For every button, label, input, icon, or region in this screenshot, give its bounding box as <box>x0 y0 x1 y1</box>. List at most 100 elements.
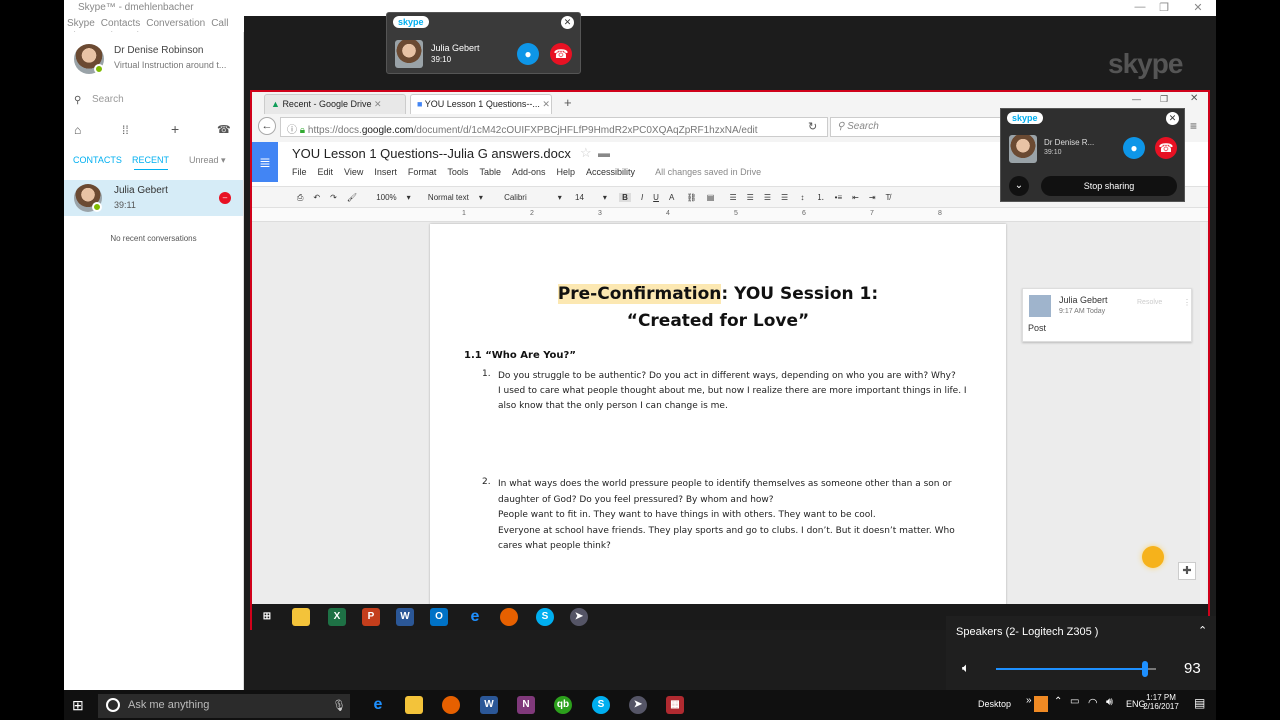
close-icon[interactable]: ✕ <box>1166 112 1179 125</box>
explore-icon[interactable]: ✚ <box>1178 562 1196 580</box>
onenote-icon[interactable]: N <box>517 696 535 714</box>
menu-insert[interactable]: Insert <box>374 167 397 177</box>
doc-page[interactable]: Pre-Confirmation: YOU Session 1: “Create… <box>430 224 1006 604</box>
audio-device-label[interactable]: Speakers (2- Logitech Z305 ) <box>956 626 1098 638</box>
unread-filter[interactable]: Unread ▾ <box>189 155 226 166</box>
desktop-toolbar-label[interactable]: Desktop <box>978 699 1011 709</box>
skype-icon[interactable]: S <box>592 696 610 714</box>
menu-table[interactable]: Table <box>479 167 501 177</box>
maximize-button[interactable]: ❐ <box>1154 1 1174 14</box>
phone-icon[interactable]: ☎ <box>217 123 231 136</box>
menu-addons[interactable]: Add-ons <box>512 167 546 177</box>
profile-mood[interactable]: Virtual Instruction around t... <box>114 60 226 70</box>
clear-formatting-icon[interactable]: T̸ <box>886 193 891 202</box>
cortana-search[interactable]: Ask me anything 🎙︎ <box>98 694 350 718</box>
minimize-button[interactable]: — <box>1130 1 1150 13</box>
url-bar[interactable]: ⓘ 🔒︎ https://docs.google.com/document/d/… <box>280 117 828 137</box>
menu-tools[interactable]: Tools <box>447 167 468 177</box>
powerpoint-icon[interactable]: P <box>362 608 380 626</box>
bulleted-list-icon[interactable]: •≡ <box>835 193 842 202</box>
doc-title[interactable]: YOU Lesson 1 Questions--Julia G answers.… <box>292 146 571 161</box>
home-icon[interactable]: ⌂ <box>74 123 81 137</box>
menu-help[interactable]: Help <box>556 167 575 177</box>
menu-call[interactable]: Call <box>211 16 228 29</box>
dialpad-icon[interactable]: ⁞⁞ <box>122 123 129 137</box>
menu-edit[interactable]: Edit <box>318 167 334 177</box>
bold-button[interactable]: B <box>619 193 631 202</box>
docs-ruler[interactable]: 1 2 3 4 5 6 7 8 <box>252 208 1208 222</box>
mute-button[interactable]: ● <box>1123 137 1145 159</box>
tab-google-drive[interactable]: ▲ Recent - Google Drive ✕ <box>264 94 406 114</box>
firefox-icon[interactable] <box>500 608 518 626</box>
microphone-icon[interactable]: 🎙︎ <box>332 699 346 712</box>
save-status[interactable]: All changes saved in Drive <box>655 167 761 177</box>
end-call-icon[interactable]: – <box>219 192 231 204</box>
menu-file[interactable]: File <box>292 167 307 177</box>
text-color-button[interactable]: A <box>669 193 674 202</box>
app-icon[interactable]: ➤ <box>570 608 588 626</box>
edge-icon[interactable]: e <box>369 696 387 714</box>
mute-button[interactable]: ● <box>517 43 539 65</box>
excel-icon[interactable]: X <box>328 608 346 626</box>
volume-slider[interactable] <box>996 661 1156 677</box>
align-left-icon[interactable]: ☰ <box>729 193 736 202</box>
numbered-list-icon[interactable]: ⒈ <box>817 192 825 203</box>
align-justify-icon[interactable]: ☰ <box>781 193 788 202</box>
outlook-icon[interactable]: O <box>430 608 448 626</box>
quickbooks-icon[interactable]: qb <box>554 696 572 714</box>
speaker-icon[interactable]: 🔊︎ <box>1106 696 1113 709</box>
close-icon[interactable]: ✕ <box>374 99 382 109</box>
edge-icon[interactable]: e <box>466 608 484 626</box>
scrollbar[interactable] <box>1200 222 1206 604</box>
volume-thumb[interactable] <box>1141 661 1148 677</box>
folder-icon[interactable]: ▬ <box>598 146 610 160</box>
font-size-select[interactable]: 14 <box>575 193 584 202</box>
menu-view[interactable]: View <box>344 167 363 177</box>
windows-start-icon[interactable]: ⊞ <box>72 697 84 714</box>
resolve-button[interactable]: Resolve <box>1137 299 1162 306</box>
chevron-down-icon[interactable]: ⌄ <box>1009 176 1029 196</box>
minimize-button[interactable]: — <box>1132 94 1141 104</box>
search-input[interactable]: Search <box>92 94 124 105</box>
increase-indent-icon[interactable]: ⇥ <box>869 193 876 202</box>
star-icon[interactable]: ☆ <box>580 145 592 161</box>
new-tab-button[interactable]: + <box>564 95 572 110</box>
comment-card[interactable]: Julia Gebert 9:17 AM Today Resolve ⋮ Pos… <box>1022 288 1192 342</box>
close-button[interactable]: ✕ <box>1190 93 1198 104</box>
word-icon[interactable]: W <box>480 696 498 714</box>
menu-conversation[interactable]: Conversation <box>146 16 205 29</box>
speaker-icon[interactable]: 🔈︎ <box>962 660 970 676</box>
file-explorer-icon[interactable] <box>292 608 310 626</box>
undo-icon[interactable]: ↶ <box>313 193 320 202</box>
reload-icon[interactable]: ↻ <box>808 120 817 133</box>
paint-format-icon[interactable]: 🖌︎ <box>347 193 357 202</box>
close-icon[interactable]: ✕ <box>561 16 574 29</box>
more-options-icon[interactable]: ⋮ <box>1183 298 1191 307</box>
list-item[interactable]: Julia Gebert 39:11 – <box>64 180 243 216</box>
menu-format[interactable]: Format <box>408 167 437 177</box>
stop-sharing-button[interactable]: Stop sharing <box>1041 176 1177 196</box>
toolbar-chevron-icon[interactable]: » <box>1026 695 1032 706</box>
close-button[interactable]: ✕ <box>1188 1 1208 14</box>
font-select[interactable]: Calibri <box>504 193 527 202</box>
close-icon[interactable]: ✕ <box>542 99 550 109</box>
chevron-up-icon[interactable]: ⌃ <box>1054 696 1062 707</box>
underline-button[interactable]: U <box>653 193 659 202</box>
firefox-icon[interactable] <box>442 696 460 714</box>
zoom-select[interactable]: 100% <box>376 193 396 202</box>
hang-up-button[interactable]: ☎ <box>1155 137 1177 159</box>
menu-skype[interactable]: Skype <box>67 16 95 29</box>
style-select[interactable]: Normal text <box>428 193 469 202</box>
tab-recent[interactable]: RECENT <box>132 155 169 165</box>
back-button[interactable]: ← <box>258 117 276 135</box>
align-center-icon[interactable]: ☰ <box>747 193 754 202</box>
search-input[interactable]: ⚲ Search <box>830 117 1005 137</box>
word-icon[interactable]: W <box>396 608 414 626</box>
add-icon[interactable]: + <box>171 121 179 137</box>
hang-up-button[interactable]: ☎ <box>550 43 572 65</box>
docs-logo-icon[interactable]: ≣ <box>252 142 278 182</box>
tab-contacts[interactable]: CONTACTS <box>73 155 122 165</box>
menu-accessibility[interactable]: Accessibility <box>586 167 635 177</box>
decrease-indent-icon[interactable]: ⇤ <box>852 193 859 202</box>
redo-icon[interactable]: ↷ <box>330 193 337 202</box>
